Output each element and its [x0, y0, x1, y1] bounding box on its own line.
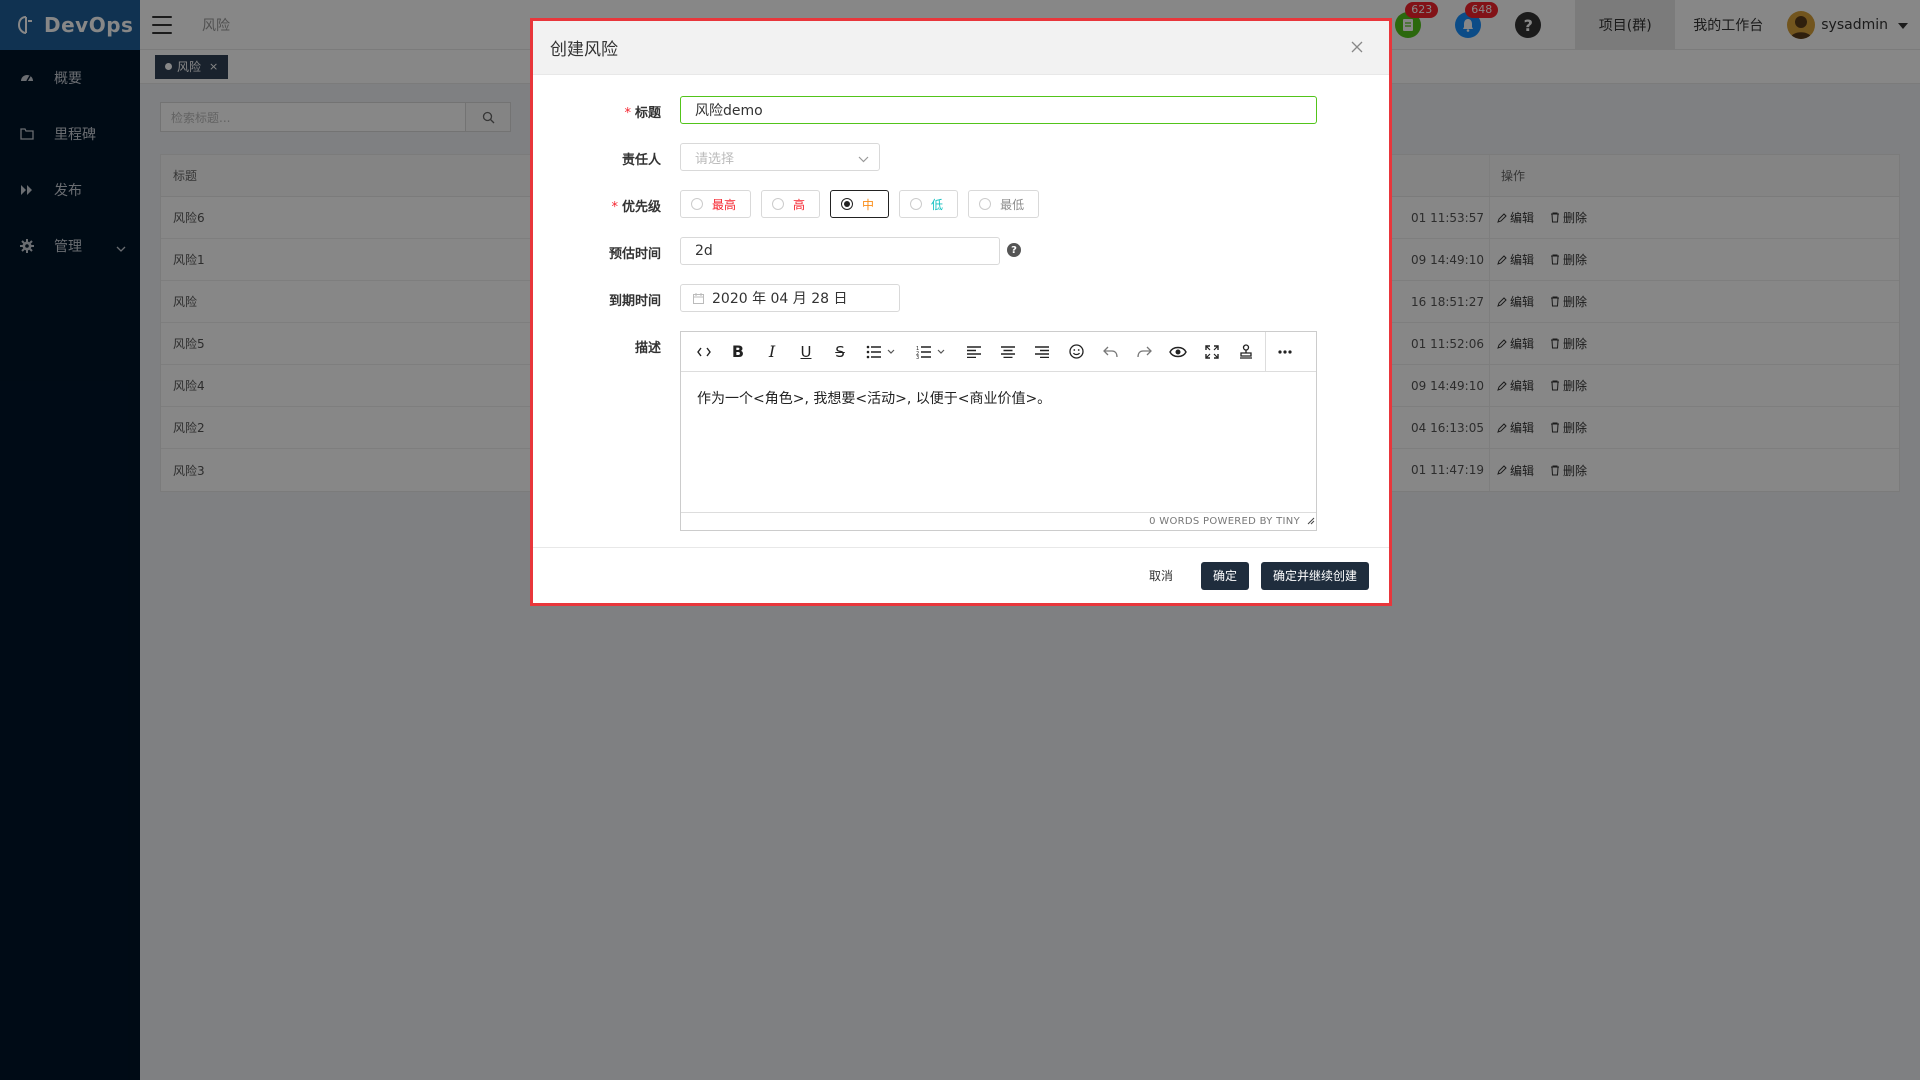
- undo-icon[interactable]: [1093, 337, 1127, 367]
- stamp-template-icon[interactable]: [1229, 337, 1263, 367]
- chevron-down-icon: [858, 152, 869, 167]
- code-icon[interactable]: [687, 337, 721, 367]
- italic-icon[interactable]: I: [755, 337, 789, 367]
- radio-circle-icon: [691, 198, 703, 210]
- due-date-picker[interactable]: 2020 年 04 月 28 日: [680, 284, 900, 312]
- desc-label: 描述: [634, 341, 661, 356]
- priority-radio-2[interactable]: 高: [761, 190, 821, 218]
- ok-continue-button[interactable]: 确定并继续创建: [1260, 561, 1369, 590]
- numbered-list-icon[interactable]: 123: [907, 337, 957, 367]
- priority-label: * 优先级: [611, 200, 661, 215]
- priority-radio-4[interactable]: 低: [899, 190, 959, 218]
- modal-title: 创建风险: [550, 40, 618, 60]
- priority-radio-group: 最高高中低最低: [680, 190, 1049, 218]
- radio-circle-icon: [841, 198, 854, 210]
- more-icon[interactable]: [1268, 337, 1302, 367]
- estimate-input[interactable]: 2d: [680, 237, 1000, 265]
- close-icon[interactable]: [1347, 37, 1367, 57]
- bold-icon[interactable]: B: [721, 337, 755, 367]
- radio-circle-icon: [910, 198, 923, 210]
- title-label: * 标题: [624, 106, 661, 121]
- estimate-label: 预估时间: [608, 247, 661, 262]
- due-label: 到期时间: [608, 294, 661, 309]
- editor-toolbar: B I U S 123: [681, 331, 1316, 372]
- bullet-list-icon[interactable]: [857, 337, 907, 367]
- emoticon-icon[interactable]: [1059, 337, 1093, 367]
- owner-select[interactable]: 请选择: [680, 143, 880, 171]
- priority-radio-5[interactable]: 最低: [968, 190, 1040, 218]
- owner-label: 责任人: [621, 153, 661, 168]
- priority-radio-3[interactable]: 中: [830, 190, 890, 218]
- editor-content[interactable]: 作为一个<角色>, 我想要<活动>, 以便于<商业价值>。: [681, 372, 1316, 512]
- strikethrough-icon[interactable]: S: [823, 337, 857, 367]
- preview-eye-icon[interactable]: [1161, 337, 1195, 367]
- editor-statusbar: 0 WORDS POWERED BY TINY: [681, 512, 1316, 530]
- ok-button[interactable]: 确定: [1200, 561, 1249, 590]
- underline-icon[interactable]: U: [789, 337, 823, 367]
- question-circle-icon[interactable]: ?: [1007, 243, 1021, 257]
- cancel-button[interactable]: 取消: [1149, 567, 1173, 584]
- description-editor: B I U S 123 作为一个<角色>, 我想要<活动>, 以便于<商业价值>…: [680, 331, 1317, 531]
- priority-radio-1[interactable]: 最高: [680, 190, 752, 218]
- resize-handle-icon[interactable]: [1307, 514, 1315, 529]
- calendar-icon: [693, 292, 704, 304]
- align-center-icon[interactable]: [991, 337, 1025, 367]
- create-risk-modal: 创建风险 * 标题 风险demo 责任人 请选择 * 优先级 最高高中低最低 预估时…: [530, 18, 1392, 606]
- modal-footer: 取消 确定 确定并继续创建: [533, 547, 1389, 603]
- title-input[interactable]: 风险demo: [680, 96, 1317, 124]
- radio-circle-icon: [772, 198, 785, 210]
- redo-icon[interactable]: [1127, 337, 1161, 367]
- radio-circle-icon: [979, 198, 992, 210]
- align-left-icon[interactable]: [957, 337, 991, 367]
- align-right-icon[interactable]: [1025, 337, 1059, 367]
- svg-text:3: 3: [916, 355, 919, 359]
- fullscreen-icon[interactable]: [1195, 337, 1229, 367]
